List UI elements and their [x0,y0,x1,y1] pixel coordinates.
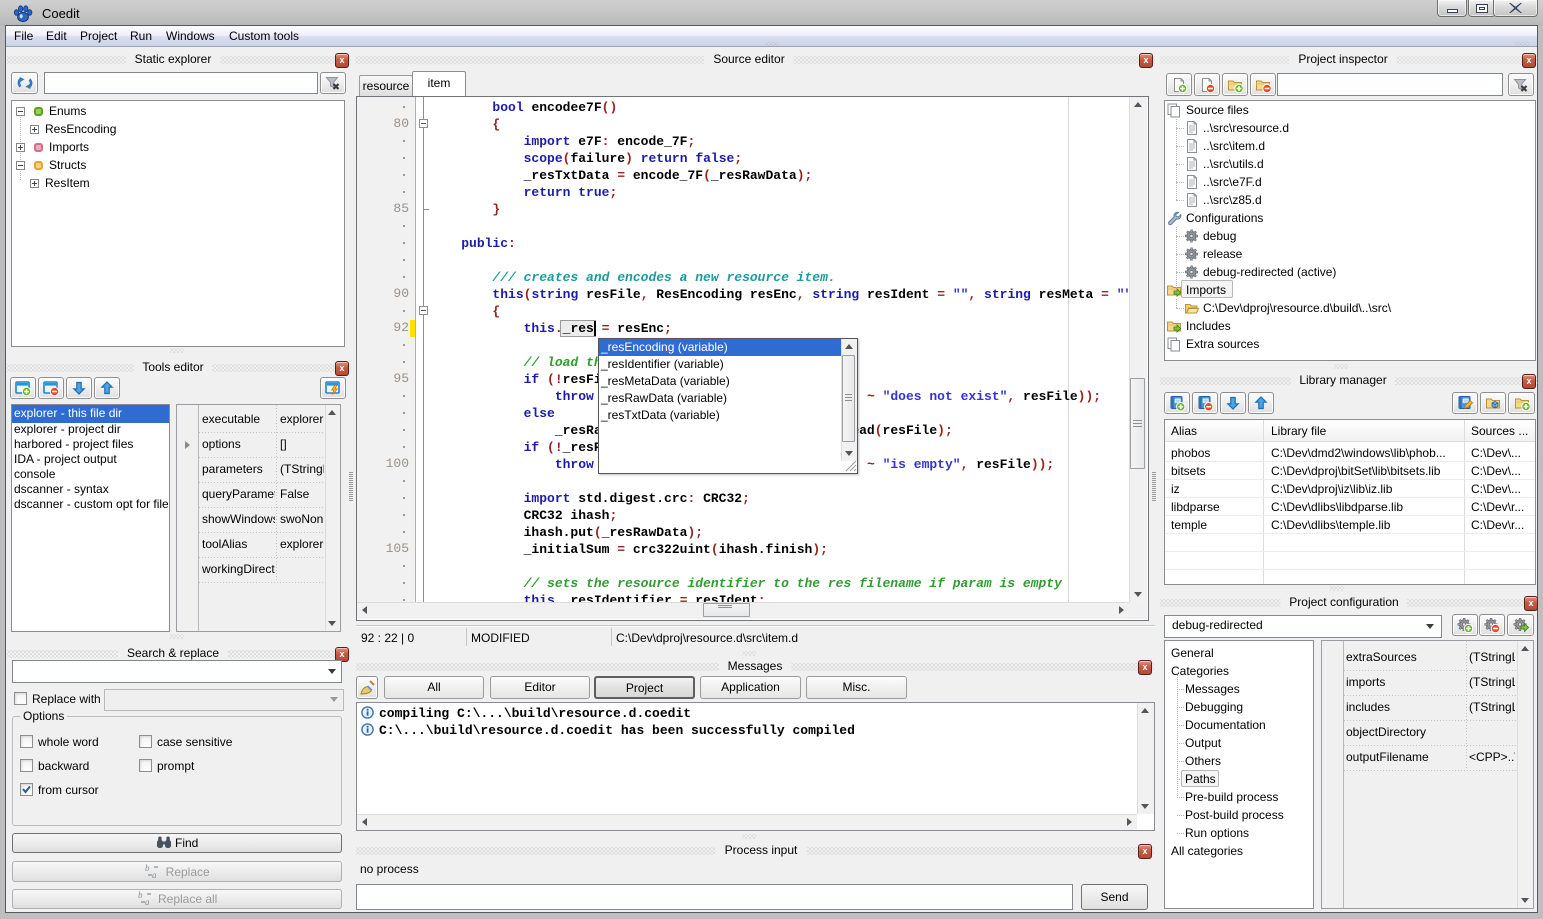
svg-text:a: a [152,870,157,879]
svg-text:b: b [145,863,150,873]
svg-text:b: b [138,890,143,900]
svg-text:a: a [145,897,150,906]
